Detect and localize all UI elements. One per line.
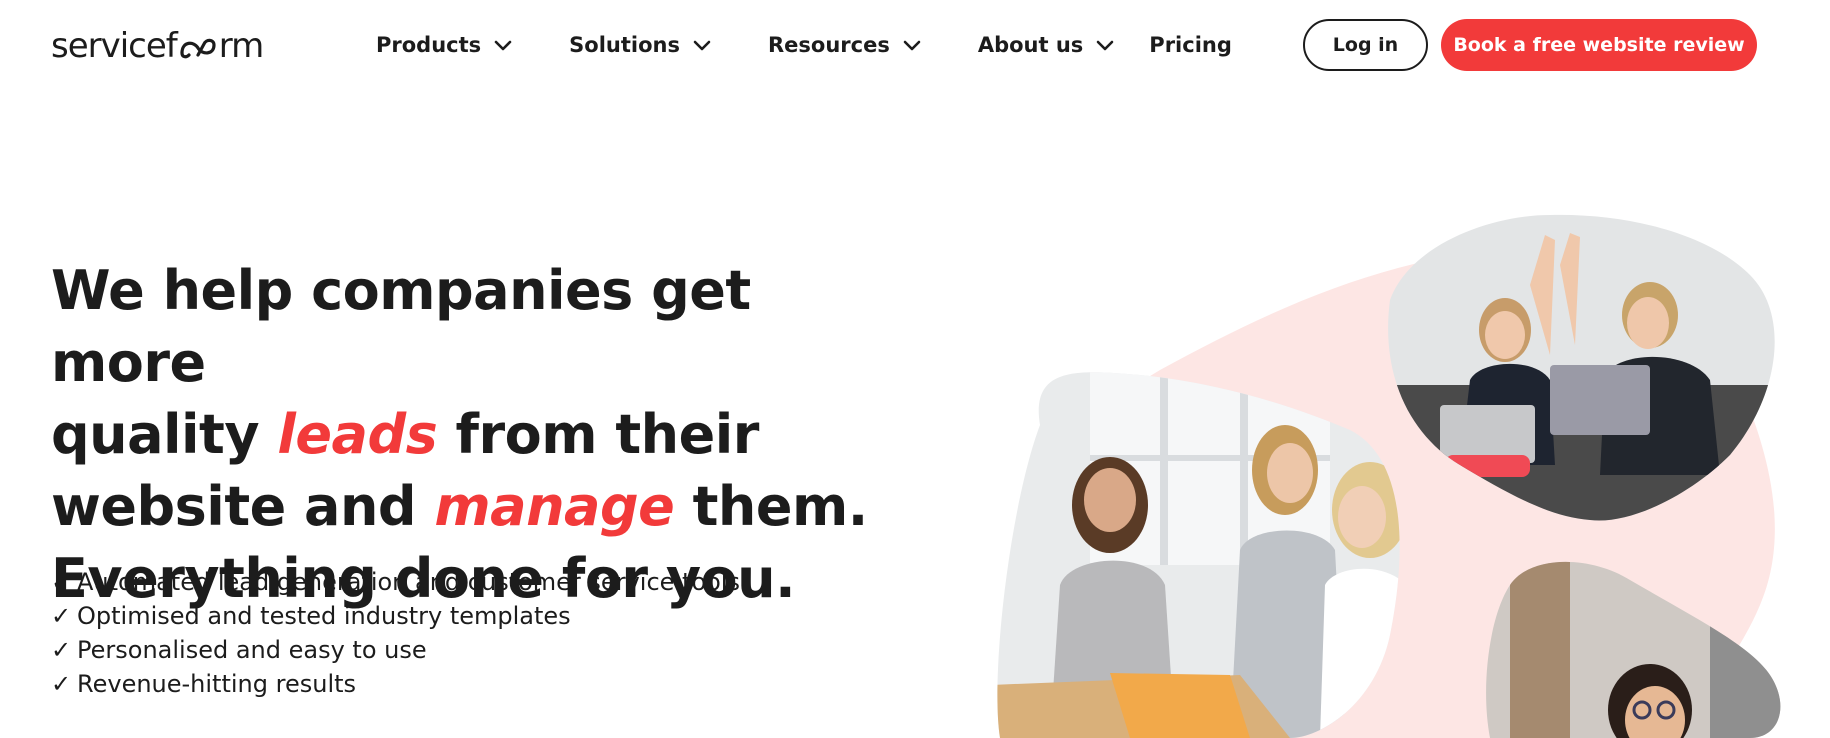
list-item: ✓ Personalised and easy to use	[51, 633, 740, 667]
hero-illustration	[997, 214, 1781, 738]
check-icon: ✓	[51, 602, 72, 630]
hero-accent-leads: leads	[277, 403, 438, 466]
logo-text-end: rm	[218, 26, 265, 66]
hero-line-3-end: them.	[674, 475, 869, 538]
nav-item-products[interactable]: Products	[376, 33, 513, 57]
nav-item-resources[interactable]: Resources	[768, 33, 922, 57]
chevron-down-icon	[1096, 40, 1114, 51]
login-button[interactable]: Log in	[1303, 19, 1428, 71]
serviceform-logo[interactable]: servicef rm	[51, 26, 265, 66]
site-header: servicef rm Products Solutions Resources…	[0, 0, 1830, 90]
hero-line-2-start: quality	[51, 403, 278, 466]
list-item: ✓ Revenue-hitting results	[51, 667, 740, 701]
hero-accent-manage: manage	[434, 475, 675, 538]
nav-item-label: Products	[376, 33, 482, 57]
list-item: ✓ Optimised and tested industry template…	[51, 599, 740, 633]
chevron-down-icon	[494, 40, 512, 51]
nav-item-pricing[interactable]: Pricing	[1149, 33, 1232, 57]
chevron-down-icon	[903, 40, 921, 51]
feature-text: Optimised and tested industry templates	[77, 602, 571, 630]
logo-text-start: servicef	[51, 26, 178, 66]
logo-infinity-icon	[180, 38, 216, 59]
hero-line-2-end: from their	[437, 403, 760, 466]
feature-list: ✓ Automated lead generation and customer…	[51, 565, 740, 701]
hero-line-1: We help companies get more	[51, 259, 751, 394]
nav-item-label: Pricing	[1149, 33, 1232, 57]
main-nav: Products Solutions Resources About us Pr…	[376, 28, 1232, 62]
nav-item-solutions[interactable]: Solutions	[569, 33, 712, 57]
feature-text: Automated lead generation and customer s…	[77, 568, 740, 596]
check-icon: ✓	[51, 670, 72, 698]
nav-item-label: Resources	[767, 33, 890, 57]
check-icon: ✓	[51, 636, 72, 664]
nav-item-label: Solutions	[569, 33, 680, 57]
chevron-down-icon	[693, 40, 711, 51]
list-item: ✓ Automated lead generation and customer…	[51, 565, 740, 599]
book-review-button[interactable]: Book a free website review	[1441, 19, 1757, 71]
check-icon: ✓	[51, 568, 72, 596]
nav-item-about-us[interactable]: About us	[978, 33, 1115, 57]
nav-item-label: About us	[977, 33, 1084, 57]
hero-line-3-start: website and	[51, 475, 435, 538]
feature-text: Revenue-hitting results	[77, 670, 357, 698]
hero-heading: We help companies get more quality leads…	[51, 255, 871, 615]
feature-text: Personalised and easy to use	[77, 636, 427, 664]
